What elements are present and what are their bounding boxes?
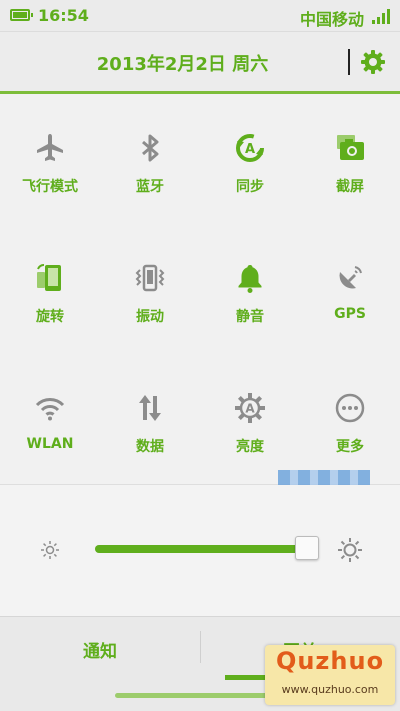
brightness-slider[interactable]	[95, 536, 319, 560]
signal-icon	[372, 8, 390, 24]
status-bar: 16:54 中国移动	[0, 0, 400, 32]
brightness-high-icon	[338, 538, 362, 562]
gear-icon[interactable]	[360, 49, 386, 75]
toggle-wlan[interactable]: WLAN	[0, 354, 100, 484]
bell-icon	[238, 265, 262, 293]
toggle-brightness[interactable]: A 亮度	[200, 354, 300, 484]
toggle-airplane[interactable]: 飞行模式	[0, 94, 100, 224]
toggle-label: 亮度	[236, 439, 264, 455]
battery-icon	[10, 9, 33, 21]
more-icon	[335, 393, 365, 423]
screenshot-icon	[337, 135, 364, 160]
toggle-label: 数据	[136, 439, 164, 455]
toggle-label: 飞行模式	[22, 179, 78, 195]
brightness-slider-fill	[95, 545, 307, 553]
toggle-gps[interactable]: GPS	[300, 224, 400, 354]
watermark-title: Quzhuo	[275, 647, 385, 675]
date-header: 2013年2月2日 周六	[0, 32, 400, 91]
wifi-icon	[35, 398, 65, 421]
toggle-vibrate[interactable]: 振动	[100, 224, 200, 354]
vibrate-icon	[135, 264, 165, 292]
toggle-label: 同步	[236, 179, 264, 195]
sync-icon: A	[236, 134, 264, 162]
toggle-silent[interactable]: 静音	[200, 224, 300, 354]
toggle-rotate[interactable]: 旋转	[0, 224, 100, 354]
airplane-icon	[37, 134, 63, 161]
toggle-more[interactable]: 更多	[300, 354, 400, 484]
brightness-panel	[0, 485, 400, 615]
watermark-url: www.quzhuo.com	[281, 683, 379, 696]
toggle-label: GPS	[334, 306, 366, 322]
toggle-label: 振动	[136, 309, 164, 325]
data-icon	[139, 395, 161, 421]
toggle-sync[interactable]: A 同步	[200, 94, 300, 224]
toggle-label: WLAN	[26, 436, 74, 452]
date-label: 2013年2月2日 周六	[96, 54, 269, 75]
svg-text:A: A	[245, 142, 255, 157]
rotate-icon	[37, 264, 61, 291]
toggle-data[interactable]: 数据	[100, 354, 200, 484]
toggle-label: 截屏	[336, 179, 364, 195]
carrier-name: 中国移动	[299, 10, 364, 29]
gps-icon	[339, 266, 362, 289]
status-time: 16:54	[38, 6, 89, 25]
toggle-label: 旋转	[36, 309, 64, 325]
header-divider	[348, 49, 350, 75]
toggle-grid: 飞行模式 蓝牙 A 同步 截屏 旋转 振动 静音 GPS WLAN 数据 A 亮…	[0, 94, 400, 484]
toggle-screenshot[interactable]: 截屏	[300, 94, 400, 224]
brightness-slider-thumb[interactable]	[295, 536, 319, 560]
brightness-auto-icon: A	[235, 393, 265, 423]
svg-text:A: A	[245, 402, 255, 416]
bluetooth-icon	[142, 134, 159, 162]
tab-notifications[interactable]: 通知	[0, 637, 200, 662]
toggle-label: 蓝牙	[136, 179, 164, 195]
watermark-logo: Quzhuo www.quzhuo.com	[265, 645, 395, 705]
toggle-label: 静音	[236, 309, 264, 325]
toggle-bluetooth[interactable]: 蓝牙	[100, 94, 200, 224]
toggle-label: 更多	[336, 439, 364, 455]
brightness-low-icon	[41, 541, 59, 559]
